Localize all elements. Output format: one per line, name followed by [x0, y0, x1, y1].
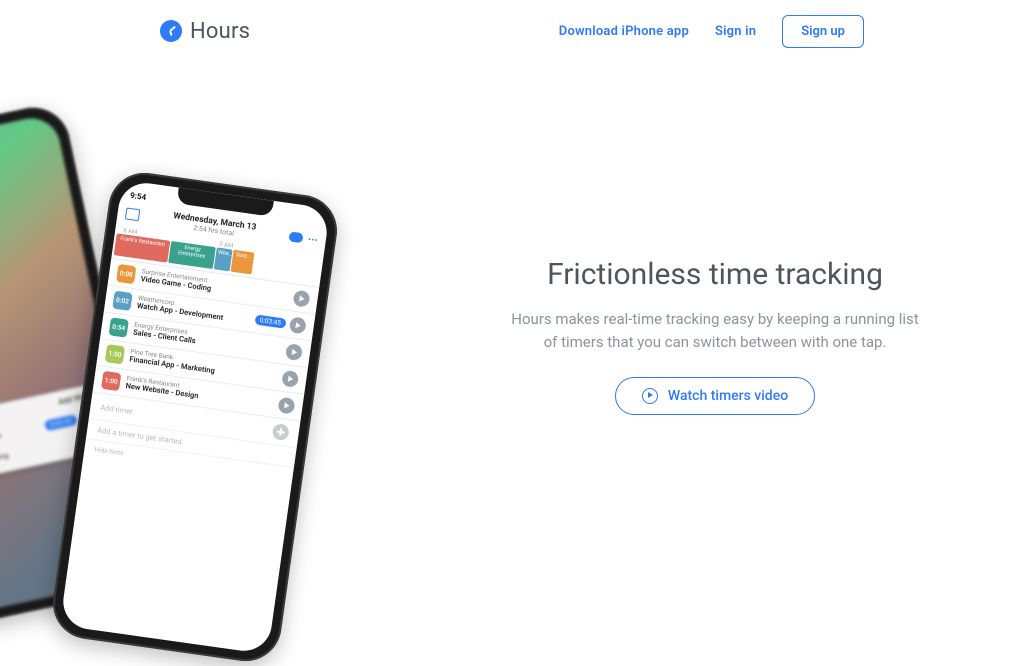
plus-icon — [272, 423, 290, 441]
running-badge: 0:03:45 — [254, 314, 287, 328]
nav: Download iPhone app Sign in Sign up — [559, 15, 864, 48]
timer-duration-chip: 0:54 — [109, 317, 129, 337]
play-icon[interactable] — [281, 370, 299, 388]
brand[interactable]: Hours — [160, 19, 250, 44]
cloud-sync-icon — [288, 231, 303, 243]
phones-mockup: HOURS Add Widget Energy Enterprises - Sa… — [0, 102, 420, 622]
widget-row-label: Pine Tree Bank - Marketing — [0, 451, 9, 477]
play-icon[interactable] — [277, 397, 295, 415]
hero-subtitle: Hours makes real-time tracking easy by k… — [500, 308, 930, 355]
play-icon[interactable] — [292, 290, 310, 308]
clock-icon — [160, 20, 182, 42]
timer-duration-chip: 1:00 — [101, 371, 121, 391]
timer-duration-chip: 1:50 — [105, 344, 125, 364]
timeline-block: Wea… — [214, 247, 233, 271]
signin-link[interactable]: Sign in — [715, 24, 756, 39]
phone-app: 9:54 Wednesday, March 13 2:54 hrs total … — [48, 168, 341, 665]
play-icon — [642, 388, 658, 404]
add-timer-label: Add timer — [100, 402, 134, 415]
hero-title: Frictionless time tracking — [500, 257, 930, 292]
timer-duration-chip: 0:02 — [112, 291, 132, 311]
timer-labels: Surprise EntertainmentVideo Game - Codin… — [140, 268, 213, 294]
more-icon: ⋯ — [307, 234, 318, 246]
watch-video-label: Watch timers video — [668, 388, 788, 404]
site-header: Hours Download iPhone app Sign in Sign u… — [0, 0, 1024, 62]
watch-video-button[interactable]: Watch timers video — [615, 377, 815, 415]
signup-button[interactable]: Sign up — [782, 15, 864, 48]
hero: HOURS Add Widget Energy Enterprises - Sa… — [0, 62, 1024, 590]
play-icon[interactable] — [289, 316, 307, 334]
download-link[interactable]: Download iPhone app — [559, 24, 689, 39]
widget-badge: 0:03:45 — [44, 414, 78, 431]
play-icon[interactable] — [285, 343, 303, 361]
timeline-block: Surp… — [231, 250, 254, 275]
brand-name: Hours — [190, 19, 250, 44]
timer-duration-chip: 0:08 — [116, 264, 136, 284]
timer-labels: Energy EnterprisesSales - Client Calls — [132, 322, 197, 347]
timer-labels: Frank's RestaurantNew Website - Design — [125, 375, 200, 401]
hero-text: Frictionless time tracking Hours makes r… — [500, 257, 930, 415]
